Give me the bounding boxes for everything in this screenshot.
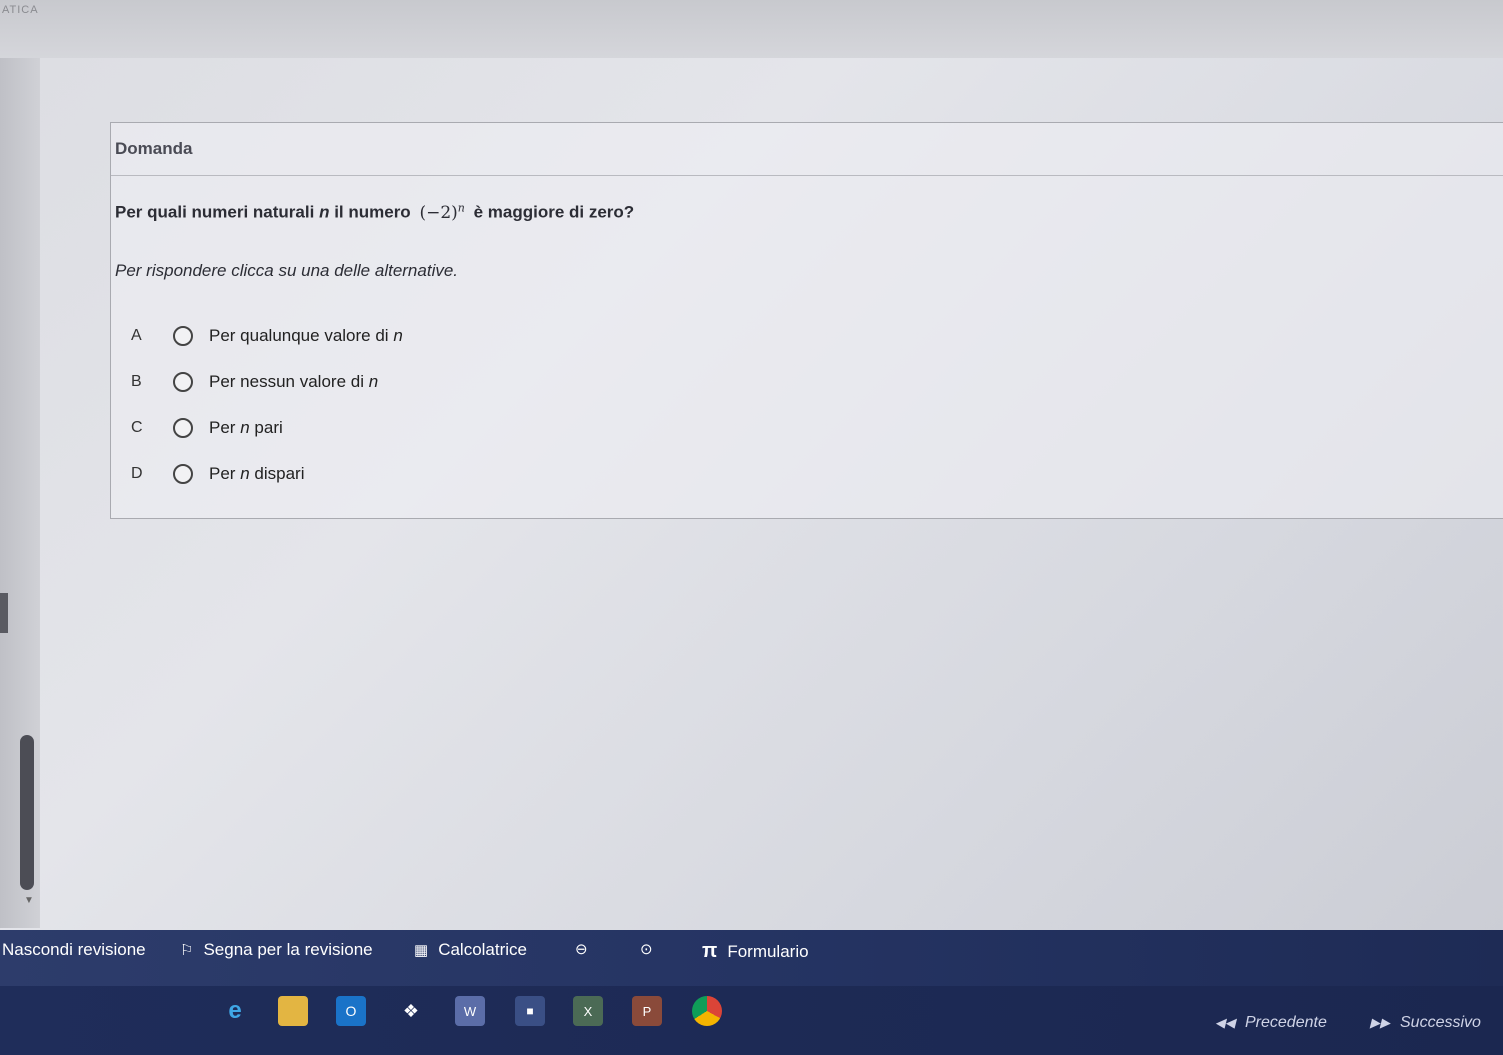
option-c[interactable]: C Per n pari: [131, 405, 403, 451]
radio-button[interactable]: [173, 372, 193, 392]
mark-review-label: Segna per la revisione: [203, 940, 373, 959]
option-letter: B: [131, 373, 142, 390]
scroll-down-icon[interactable]: ▼: [24, 895, 34, 906]
option-text: Per: [209, 418, 236, 437]
option-variable: n: [368, 372, 379, 391]
next-label: Successivo: [1400, 1014, 1481, 1031]
zoom-in-icon: ⊙: [640, 941, 653, 958]
app-title: ATICA: [2, 4, 39, 16]
question-before: Per quali numeri naturali: [115, 202, 315, 222]
scrollbar[interactable]: [20, 735, 34, 890]
rewind-icon: ◀◀: [1215, 1015, 1235, 1030]
hide-review-label: Nascondi revisione: [2, 940, 146, 959]
zoom-out-icon: ⊖: [575, 941, 588, 958]
math-exponent: n: [457, 201, 465, 214]
option-text-suffix: pari: [254, 418, 283, 437]
navigation-bar: e O ❖ W ■ X P ◀◀ Precedente ▶▶ Successiv…: [0, 986, 1503, 1055]
hide-review-button[interactable]: Nascondi revisione: [2, 940, 146, 960]
word-icon[interactable]: W: [455, 996, 485, 1026]
math-base: (−2): [419, 202, 458, 223]
option-variable: n: [240, 418, 250, 437]
option-d[interactable]: D Per n dispari: [131, 451, 403, 497]
formulary-button[interactable]: π Formulario: [702, 940, 809, 963]
option-variable: n: [240, 464, 250, 483]
question-text: Per quali numeri naturali n il numero (−…: [115, 201, 634, 223]
option-label: Per qualunque valore di n: [209, 326, 403, 346]
option-letter: A: [131, 327, 142, 344]
radio-button[interactable]: [173, 418, 193, 438]
file-explorer-icon[interactable]: [278, 996, 308, 1026]
option-text: Per: [209, 464, 236, 483]
option-text: Per qualunque valore di: [209, 326, 389, 345]
previous-button[interactable]: ◀◀ Precedente: [1215, 1014, 1327, 1032]
option-text: Per nessun valore di: [209, 372, 364, 391]
dropbox-icon[interactable]: ❖: [396, 996, 426, 1026]
option-letter: C: [131, 419, 143, 436]
card-header: Domanda: [115, 139, 193, 158]
excel-icon[interactable]: X: [573, 996, 603, 1026]
answer-options: A Per qualunque valore di n B Per nessun…: [131, 313, 403, 497]
option-label: Per n pari: [209, 418, 283, 438]
outlook-icon[interactable]: O: [336, 996, 366, 1026]
store-icon[interactable]: ■: [515, 996, 545, 1026]
radio-button[interactable]: [173, 326, 193, 346]
next-button[interactable]: ▶▶ Successivo: [1370, 1014, 1481, 1032]
calculator-label: Calcolatrice: [438, 940, 527, 959]
option-text-suffix: dispari: [254, 464, 305, 483]
mark-review-button[interactable]: ⚐ Segna per la revisione: [180, 940, 373, 960]
chrome-icon[interactable]: [692, 996, 722, 1026]
question-mid: il numero: [334, 202, 411, 222]
question-variable: n: [319, 202, 330, 222]
flag-icon: ⚐: [180, 942, 194, 959]
left-rail-accent: [0, 593, 8, 633]
option-variable: n: [393, 326, 403, 345]
option-label: Per nessun valore di n: [209, 372, 378, 392]
formulary-label: Formulario: [727, 941, 809, 961]
question-card: Domanda Per quali numeri naturali n il n…: [110, 122, 1503, 519]
option-a[interactable]: A Per qualunque valore di n: [131, 313, 403, 359]
top-strip: ATICA: [0, 0, 1503, 58]
zoom-out-button[interactable]: ⊖: [575, 940, 598, 958]
option-label: Per n dispari: [209, 464, 305, 484]
calculator-icon: ▦: [414, 942, 429, 959]
option-b[interactable]: B Per nessun valore di n: [131, 359, 403, 405]
option-letter: D: [131, 465, 143, 482]
edge-icon[interactable]: e: [220, 996, 250, 1026]
question-math: (−2)n: [419, 201, 465, 223]
question-after: è maggiore di zero?: [473, 202, 635, 222]
radio-button[interactable]: [173, 464, 193, 484]
bottom-toolbar: Nascondi revisione ⚐ Segna per la revisi…: [0, 930, 1503, 986]
instruction-text: Per rispondere clicca su una delle alter…: [115, 261, 459, 280]
card-divider: [111, 175, 1503, 176]
powerpoint-icon[interactable]: P: [632, 996, 662, 1026]
fast-forward-icon: ▶▶: [1370, 1015, 1390, 1030]
pi-icon: π: [702, 940, 718, 962]
previous-label: Precedente: [1245, 1014, 1327, 1031]
calculator-button[interactable]: ▦ Calcolatrice: [414, 940, 527, 960]
zoom-in-button[interactable]: ⊙: [640, 940, 663, 958]
